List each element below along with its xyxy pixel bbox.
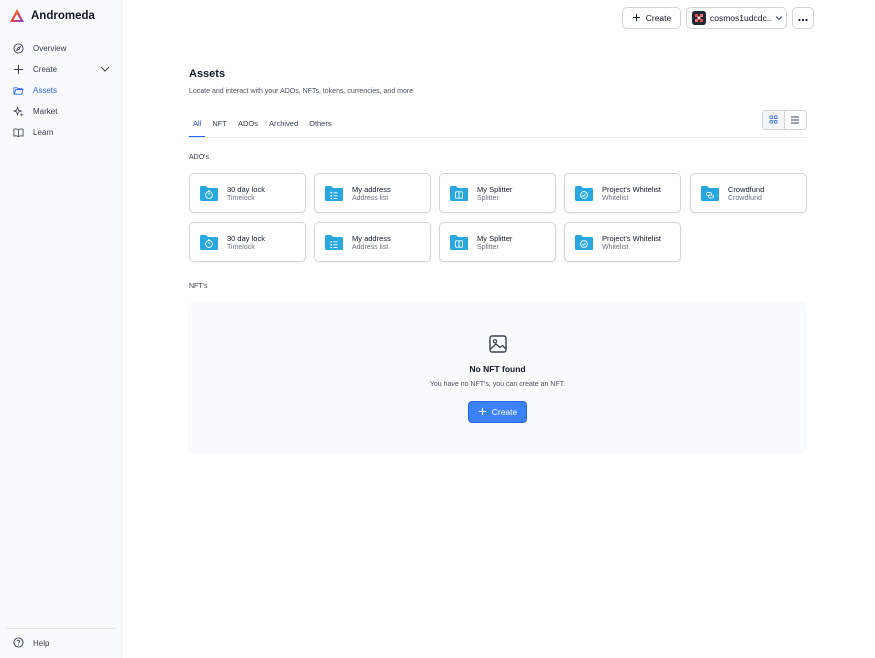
list-icon — [790, 111, 800, 129]
header-create-button[interactable]: Create — [622, 7, 681, 29]
sidebar-nav: Overview Create Assets Market Learn — [6, 38, 116, 143]
ado-card[interactable]: Crowdfund Crowdfund — [690, 173, 807, 213]
list-icon — [325, 185, 343, 201]
tab-nft[interactable]: NFT — [208, 117, 231, 137]
create-nft-button[interactable]: Create — [468, 401, 527, 423]
ado-type: Splitter — [477, 243, 499, 251]
nfts-section-label: NFT's — [189, 283, 208, 290]
ado-name: My address — [352, 184, 391, 194]
sidebar-divider — [6, 628, 115, 629]
sidebar-item-market[interactable]: Market — [6, 101, 116, 122]
page-subtitle: Locate and interact with your ADOs, NFTs… — [189, 88, 414, 95]
tab-ados[interactable]: ADOs — [234, 117, 262, 137]
ado-card[interactable]: Project's Whitelist Whitelist — [564, 222, 681, 262]
folder-open-icon — [13, 85, 24, 96]
list-icon — [325, 234, 343, 250]
create-nft-label: Create — [491, 407, 518, 417]
check-circle-icon — [575, 234, 593, 250]
ado-type: Address list — [352, 243, 389, 251]
ado-name: Project's Whitelist — [602, 184, 661, 194]
compass-icon — [13, 43, 24, 54]
empty-description: You have no NFT's, you can create an NFT… — [429, 381, 566, 388]
ado-name: Project's Whitelist — [602, 233, 661, 243]
sidebar-item-label: Learn — [33, 128, 54, 137]
empty-title: No NFT found — [469, 364, 526, 374]
tab-others[interactable]: Others — [305, 117, 336, 137]
sidebar-item-overview[interactable]: Overview — [6, 38, 116, 59]
timer-icon — [200, 234, 218, 250]
check-circle-icon — [575, 185, 593, 201]
ado-name: My Splitter — [477, 233, 513, 243]
ado-type: Splitter — [477, 194, 499, 202]
ado-card[interactable]: 30 day lock Timelock — [189, 173, 306, 213]
ado-type: Whitelist — [602, 194, 629, 202]
ado-type: Address list — [352, 194, 389, 202]
andromeda-logo — [10, 9, 24, 22]
ado-card[interactable]: 30 day lock Timelock — [189, 222, 306, 262]
ado-type: Crowdfund — [728, 194, 762, 202]
sidebar-item-label: Overview — [33, 44, 67, 53]
ado-name: 30 day lock — [227, 184, 265, 194]
ado-card[interactable]: My address Address list — [314, 222, 431, 262]
sidebar: Andromeda Overview Create Assets Market … — [0, 0, 122, 658]
ado-name: My Splitter — [477, 184, 513, 194]
ado-card[interactable]: Project's Whitelist Whitelist — [564, 173, 681, 213]
grid-view-button[interactable] — [763, 111, 785, 129]
wallet-selector[interactable]: cosmos1udcdc.. — [686, 7, 787, 29]
split-icon — [450, 185, 468, 201]
nft-empty-state: No NFT found You have no NFT's, you can … — [188, 302, 807, 454]
chevron-down-icon — [775, 13, 783, 23]
sidebar-item-label: Create — [33, 65, 58, 74]
book-open-icon — [13, 127, 24, 138]
sparkles-icon — [13, 106, 24, 117]
sidebar-item-assets[interactable]: Assets — [6, 80, 116, 101]
brand[interactable]: Andromeda — [9, 8, 95, 24]
help-circle-icon — [13, 637, 24, 650]
ado-type: Timelock — [227, 194, 255, 202]
tab-archived[interactable]: Archived — [265, 117, 302, 137]
sidebar-item-label: Assets — [33, 86, 58, 95]
wallet-avatar — [692, 11, 706, 25]
plus-icon — [478, 407, 487, 418]
ado-name: My address — [352, 233, 391, 243]
header-create-label: Create — [645, 13, 672, 23]
asset-tabs: All NFT ADOs Archived Others — [189, 117, 807, 138]
ado-name: Crowdfund — [728, 184, 765, 194]
coins-icon — [701, 185, 719, 201]
help-link[interactable]: Help — [13, 637, 49, 650]
more-options-button[interactable] — [792, 7, 814, 29]
timer-icon — [200, 185, 218, 201]
plus-icon — [13, 64, 24, 75]
ado-type: Timelock — [227, 243, 255, 251]
ados-section-label: ADO's — [189, 154, 210, 161]
ado-type: Whitelist — [602, 243, 629, 251]
ado-card[interactable]: My Splitter Splitter — [439, 173, 556, 213]
help-label: Help — [33, 639, 50, 648]
brand-name: Andromeda — [31, 10, 95, 22]
grid-icon — [769, 111, 778, 129]
ado-card[interactable]: My Splitter Splitter — [439, 222, 556, 262]
image-icon — [488, 334, 508, 359]
split-icon — [450, 234, 468, 250]
page-title: Assets — [189, 68, 226, 80]
wallet-address: cosmos1udcdc.. — [710, 13, 772, 23]
chevron-down-icon[interactable] — [100, 65, 110, 75]
sidebar-item-learn[interactable]: Learn — [6, 122, 116, 143]
sidebar-item-label: Market — [33, 107, 58, 116]
ado-card[interactable]: My address Address list — [314, 173, 431, 213]
list-view-button[interactable] — [785, 111, 806, 129]
view-toggle — [762, 110, 807, 130]
plus-icon — [632, 13, 641, 24]
tab-all[interactable]: All — [189, 117, 206, 137]
ado-name: 30 day lock — [227, 233, 265, 243]
sidebar-item-create[interactable]: Create — [6, 59, 116, 80]
more-horizontal-icon — [798, 9, 808, 27]
